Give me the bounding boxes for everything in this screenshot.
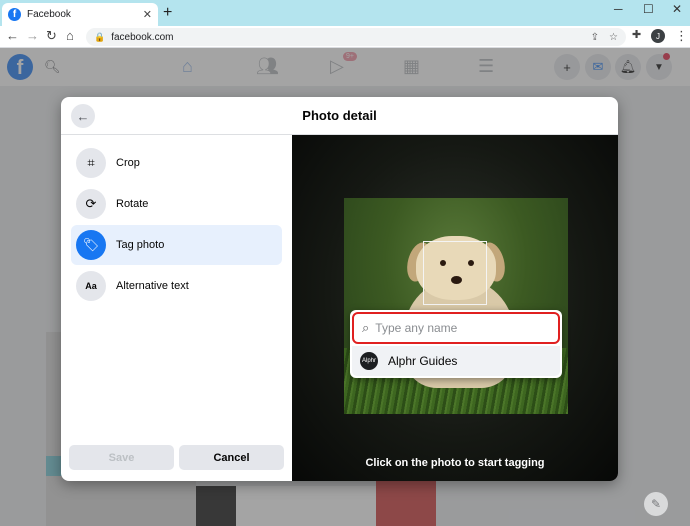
edit-options-sidebar: ⌗ Crop ⟳ Rotate 🏷 Tag photo Aa Alternati… [61, 135, 292, 481]
lock-icon: 🔒 [94, 31, 106, 42]
browser-tabbar: f Facebook ✕ + ─ ☐ ✕ [0, 0, 690, 26]
forward-arrow-icon[interactable]: → [26, 28, 39, 43]
omnibox[interactable]: 🔒 facebook.com ⇪ ☆ [86, 28, 626, 46]
share-icon[interactable]: ⇪ [591, 32, 599, 43]
browser-tab[interactable]: f Facebook ✕ [2, 3, 158, 26]
minimize-icon[interactable]: ─ [614, 2, 623, 16]
facebook-favicon-icon: f [8, 8, 21, 21]
side-item-tag-photo[interactable]: 🏷 Tag photo [71, 225, 282, 265]
tag-icon: 🏷 [76, 230, 106, 260]
url-text[interactable]: facebook.com [111, 32, 580, 43]
suggestion-name: Alphr Guides [388, 354, 458, 368]
new-tab-button[interactable]: + [163, 4, 172, 22]
side-item-alternative-text[interactable]: Aa Alternative text [71, 266, 282, 306]
tag-input-wrapper[interactable]: ⌕ [352, 312, 560, 344]
search-icon: ⌕ [362, 320, 370, 335]
save-button[interactable]: Save [69, 445, 174, 470]
extensions-icon[interactable]: ✚ [632, 28, 641, 41]
side-item-label: Alternative text [116, 280, 189, 292]
puppy-photo[interactable] [344, 198, 568, 414]
side-item-label: Tag photo [116, 239, 165, 251]
side-item-label: Crop [116, 157, 140, 169]
photo-detail-modal: ← Photo detail ⌗ Crop ⟳ Rotate 🏷 Tag pho… [61, 97, 618, 481]
browser-menu-icon[interactable]: ⋮ [675, 28, 688, 44]
profile-avatar[interactable]: J [651, 29, 665, 43]
side-item-label: Rotate [116, 198, 149, 210]
photo-viewer[interactable]: ⌕ Alphr Alphr Guides Click on the photo … [292, 135, 618, 481]
tab-title: Facebook [27, 9, 71, 20]
reload-icon[interactable]: ↻ [46, 28, 57, 44]
close-window-icon[interactable]: ✕ [672, 2, 682, 16]
maximize-icon[interactable]: ☐ [643, 2, 654, 16]
crop-icon: ⌗ [76, 148, 106, 178]
side-item-crop[interactable]: ⌗ Crop [71, 143, 282, 183]
rotate-icon: ⟳ [76, 189, 106, 219]
tag-frame[interactable] [423, 241, 487, 305]
back-arrow-icon[interactable]: ← [6, 28, 19, 43]
tagging-hint: Click on the photo to start tagging [365, 457, 545, 469]
modal-title: Photo detail [302, 108, 377, 123]
home-icon[interactable]: ⌂ [66, 28, 74, 43]
new-message-edit-icon[interactable]: ✎ [644, 492, 668, 516]
tab-close-icon[interactable]: ✕ [143, 8, 152, 21]
tag-popup: ⌕ Alphr Alphr Guides [350, 310, 562, 378]
alt-text-icon: Aa [76, 271, 106, 301]
side-item-rotate[interactable]: ⟳ Rotate [71, 184, 282, 224]
tag-name-input[interactable] [375, 321, 536, 335]
cancel-button[interactable]: Cancel [179, 445, 284, 470]
bookmark-star-icon[interactable]: ☆ [609, 32, 618, 43]
modal-header: ← Photo detail [61, 97, 618, 135]
suggestion-avatar: Alphr [360, 352, 378, 370]
address-toolbar: ← → ↻ ⌂ 🔒 facebook.com ⇪ ☆ ✚ J ⋮ [0, 26, 690, 48]
tag-suggestion-item[interactable]: Alphr Alphr Guides [352, 346, 560, 376]
